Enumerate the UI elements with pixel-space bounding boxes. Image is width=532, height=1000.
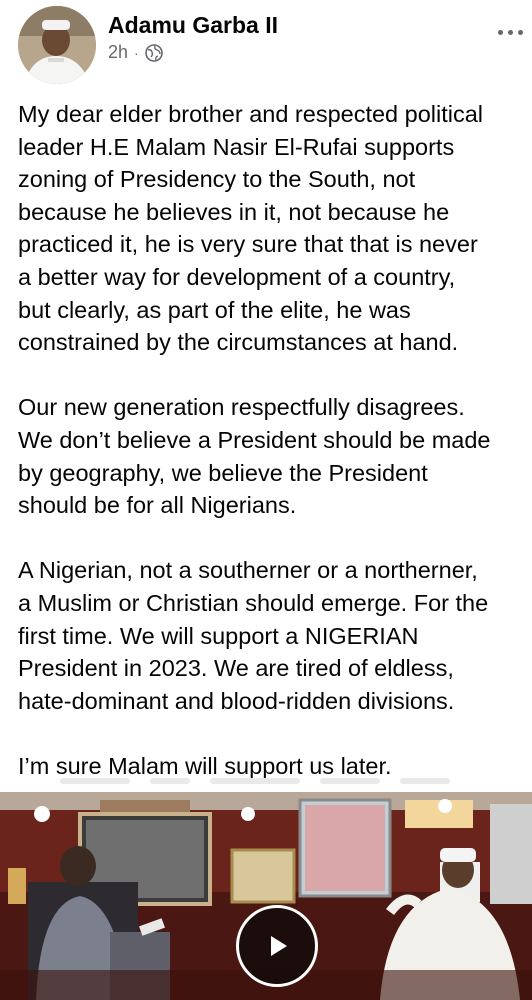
author-name[interactable]: Adamu Garba II bbox=[108, 12, 278, 39]
post-paragraph-2: Our new generation respectfully disagree… bbox=[18, 394, 491, 519]
more-options-icon[interactable] bbox=[498, 22, 532, 42]
avatar[interactable] bbox=[18, 6, 96, 84]
play-icon bbox=[271, 936, 287, 956]
post-body: My dear elder brother and respected poli… bbox=[18, 98, 532, 782]
meta-separator: · bbox=[134, 44, 139, 61]
faded-caption-artifact bbox=[60, 768, 460, 790]
post-paragraph-1: My dear elder brother and respected poli… bbox=[18, 101, 484, 356]
post-timestamp[interactable]: 2h bbox=[108, 42, 128, 63]
post-header: Adamu Garba II 2h · bbox=[0, 0, 532, 90]
globe-icon[interactable] bbox=[144, 43, 163, 62]
post-paragraph-3: A Nigerian, not a southerner or a northe… bbox=[18, 557, 489, 714]
play-button[interactable] bbox=[236, 905, 318, 987]
post-meta: 2h · bbox=[108, 42, 163, 63]
